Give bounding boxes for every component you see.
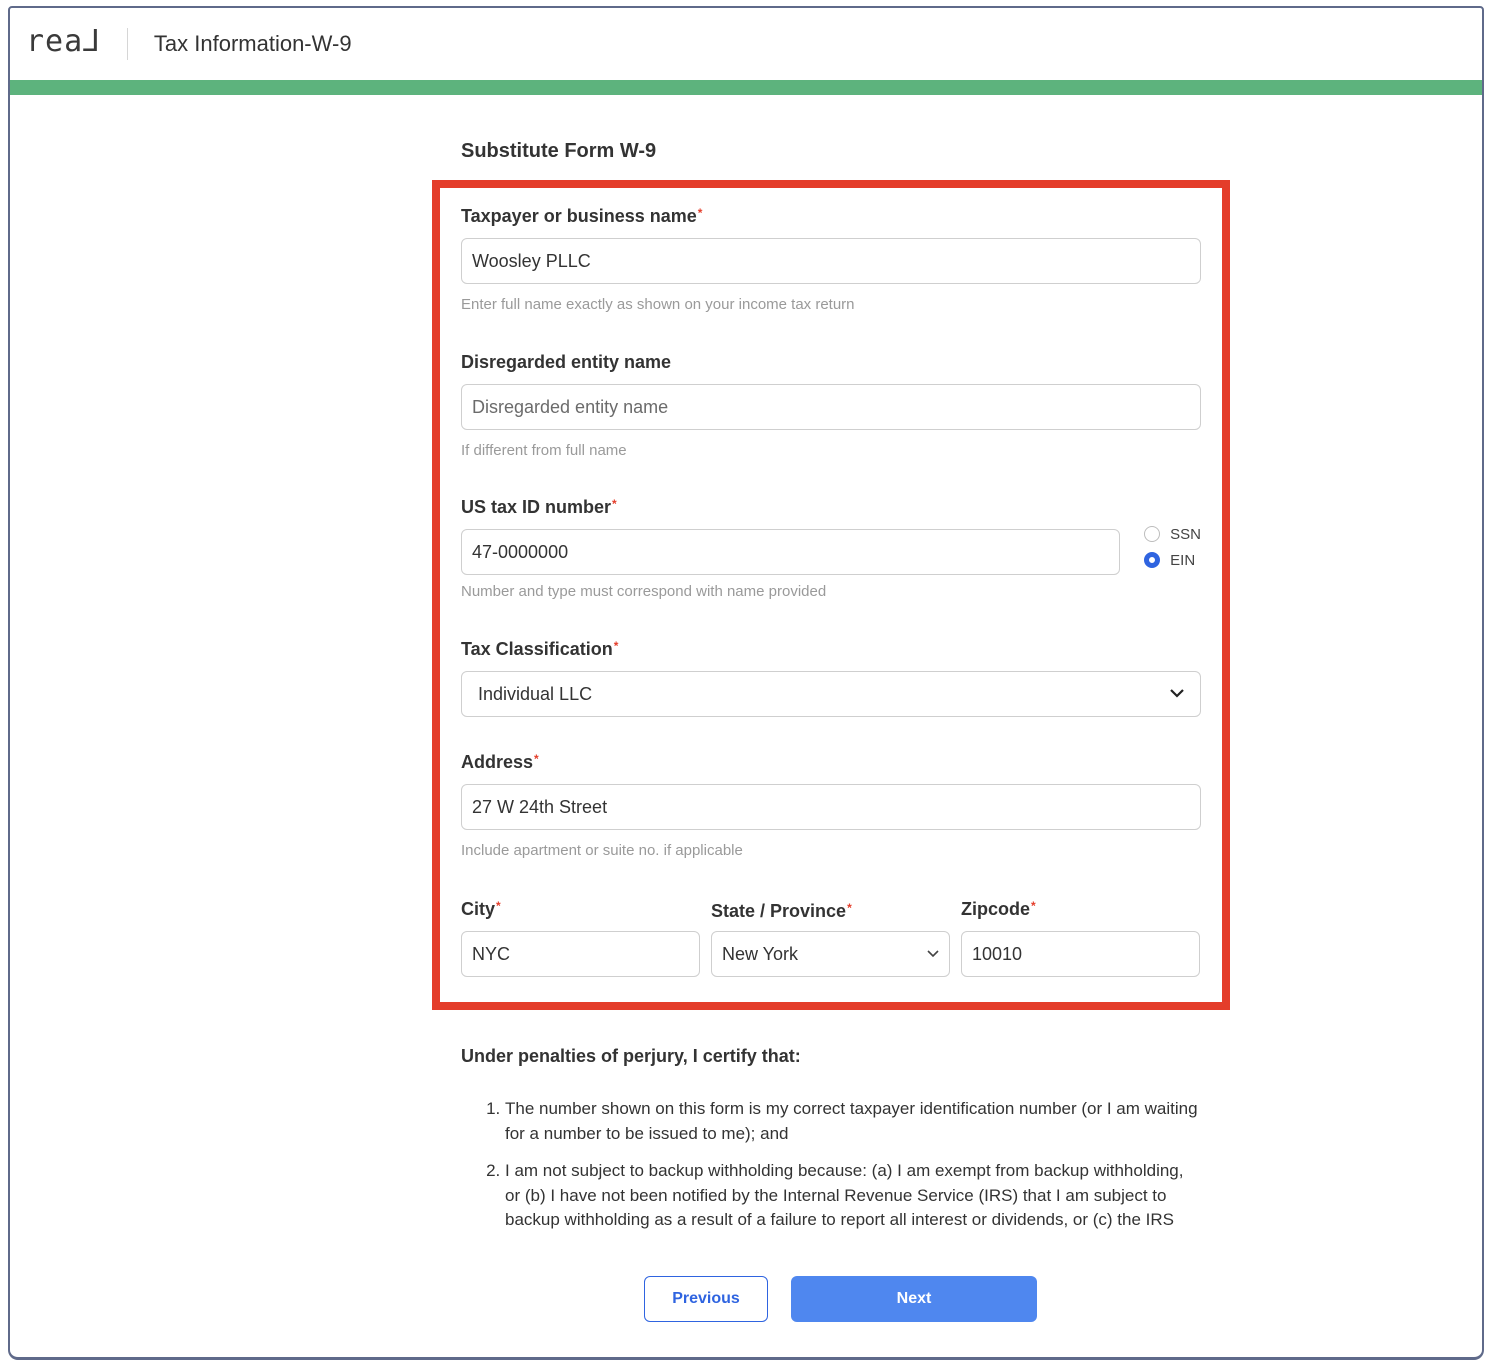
tax-classification-label: Tax Classification*: [461, 639, 619, 659]
certification-item: The number shown on this form is my corr…: [505, 1097, 1201, 1146]
ssn-radio-label: SSN: [1170, 525, 1201, 543]
state-field: State / Province* New York: [711, 899, 950, 977]
form-title: Substitute Form W-9: [461, 140, 657, 162]
taxpayer-name-label: Taxpayer or business name*: [461, 206, 703, 226]
tax-id-input[interactable]: [461, 529, 1121, 575]
required-mark: *: [847, 901, 852, 915]
real-logo[interactable]: rea⅃: [26, 24, 101, 59]
ssn-radio[interactable]: SSN: [1144, 521, 1201, 547]
state-label: State / Province*: [711, 901, 852, 921]
required-mark: *: [613, 639, 619, 653]
zipcode-field: Zipcode*: [961, 899, 1200, 977]
state-value: New York: [722, 943, 799, 964]
address-input[interactable]: [461, 784, 1201, 830]
tax-id-field: US tax ID number* SSN EIN Number and typ…: [461, 497, 1201, 600]
ssn-radio-icon: [1144, 526, 1161, 542]
certification-list: The number shown on this form is my corr…: [461, 1097, 1201, 1229]
form-navigation: Previous Next: [10, 1276, 1482, 1322]
disregarded-entity-field: Disregarded entity name If different fro…: [461, 352, 1201, 459]
zipcode-input[interactable]: [961, 931, 1200, 977]
taxpayer-name-input[interactable]: [461, 238, 1201, 284]
required-mark: *: [1031, 899, 1036, 913]
progress-bar: [10, 80, 1482, 95]
ein-radio-checked-icon: [1144, 552, 1161, 568]
tax-id-row: SSN EIN: [461, 521, 1201, 575]
disregarded-entity-hint: If different from full name: [461, 442, 627, 459]
city-input[interactable]: [461, 931, 700, 977]
tax-id-hint: Number and type must correspond with nam…: [461, 583, 827, 600]
taxpayer-name-hint: Enter full name exactly as shown on your…: [461, 296, 855, 313]
required-mark: *: [496, 899, 501, 913]
certification-section: Under penalties of perjury, I certify th…: [461, 1046, 1201, 1229]
certification-title: Under penalties of perjury, I certify th…: [461, 1046, 801, 1066]
city-label: City*: [461, 899, 501, 919]
address-hint: Include apartment or suite no. if applic…: [461, 842, 743, 859]
page-title: Tax Information-W-9: [153, 31, 352, 56]
chevron-down-icon: [1170, 685, 1184, 703]
city-field: City*: [461, 899, 700, 977]
tax-id-label: US tax ID number*: [461, 497, 617, 517]
tax-classification-value: Individual LLC: [478, 683, 593, 704]
next-button[interactable]: Next: [791, 1276, 1037, 1322]
required-mark: *: [612, 497, 617, 511]
header-divider: [126, 28, 128, 60]
city-state-zip-row: City* State / Province* New York Zipcode…: [461, 899, 1201, 977]
address-field: Address* Include apartment or suite no. …: [461, 752, 1201, 859]
disregarded-entity-input[interactable]: [461, 384, 1201, 430]
required-mark: *: [534, 752, 539, 766]
zipcode-label: Zipcode*: [961, 899, 1036, 919]
chevron-down-icon: [927, 945, 939, 963]
taxpayer-name-field: Taxpayer or business name* Enter full na…: [461, 206, 1201, 313]
progress-fill: [10, 80, 1482, 95]
certification-item: I am not subject to backup withholding b…: [505, 1159, 1201, 1229]
disregarded-entity-label: Disregarded entity name: [461, 352, 672, 372]
ein-radio[interactable]: EIN: [1144, 547, 1201, 573]
tax-classification-field: Tax Classification* Individual LLC: [461, 639, 1201, 717]
app-header: rea⅃ Tax Information-W-9: [10, 8, 1482, 80]
tax-classification-select[interactable]: Individual LLC: [461, 671, 1201, 717]
ein-radio-label: EIN: [1170, 551, 1196, 569]
state-select[interactable]: New York: [711, 931, 950, 977]
tax-id-type-radio-group: SSN EIN: [1144, 521, 1201, 573]
previous-button[interactable]: Previous: [644, 1276, 768, 1322]
address-label: Address*: [461, 752, 539, 772]
required-mark: *: [697, 206, 703, 220]
